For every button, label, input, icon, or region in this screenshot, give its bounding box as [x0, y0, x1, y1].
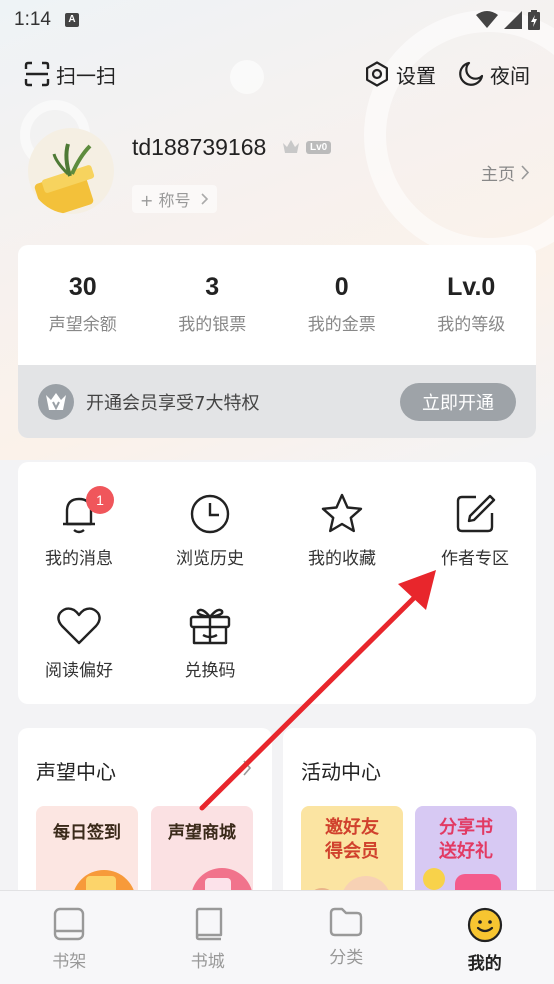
settings-label: 设置 — [396, 63, 436, 88]
reputation-center-card[interactable]: 声望中心 每日签到 声望商城 — [18, 728, 272, 908]
stat-reputation[interactable]: 30 声望余额 — [18, 273, 148, 335]
stat-label: 我的银票 — [178, 315, 247, 335]
stat-level[interactable]: Lv.0 我的等级 — [407, 273, 537, 335]
nav-mine[interactable]: 我的 — [416, 891, 554, 984]
edit-icon — [456, 494, 496, 533]
level-badge: Lv0 — [306, 140, 332, 154]
message-count-badge: 1 — [86, 486, 114, 514]
vip-banner[interactable]: 开通会员享受7大特权 立即开通 — [18, 365, 536, 438]
crown-icon — [283, 140, 299, 153]
moon-icon — [459, 61, 484, 86]
nav-label: 书架 — [52, 952, 87, 972]
scan-icon — [24, 61, 50, 87]
vip-text: 开通会员享受7大特权 — [86, 392, 260, 414]
nav-label: 我的 — [467, 954, 502, 974]
wifi-icon — [476, 11, 498, 28]
status-time: 1:14 — [14, 9, 51, 30]
stat-value: 3 — [205, 273, 220, 301]
title-chip-label: + 称号 — [140, 191, 191, 210]
promo-line: 得会员 — [325, 841, 379, 862]
vip-crown-icon — [38, 383, 74, 420]
menu-item-author-zone[interactable]: 作者专区 — [415, 490, 535, 569]
stat-label: 我的等级 — [437, 315, 506, 335]
nav-label: 书城 — [190, 952, 225, 972]
clock-icon — [190, 494, 230, 534]
badge-row: Lv0 — [282, 139, 332, 155]
scan-label: 扫一扫 — [56, 63, 116, 88]
activity-center-card[interactable]: 活动中心 邀好友 得会员 分享书 送好礼 — [283, 728, 536, 908]
stats-card: 30 声望余额 3 我的银票 0 我的金票 Lv.0 我的等级 开通会员享受7大… — [18, 245, 536, 438]
activity-center-title: 活动中心 — [301, 760, 381, 784]
signal-icon — [504, 11, 522, 29]
chevron-right-icon — [200, 193, 208, 205]
settings-button[interactable]: 设置 — [364, 60, 436, 89]
status-bar: 1:14 A — [0, 0, 554, 40]
promo-line: 邀好友 — [325, 817, 379, 838]
stat-gold-ticket[interactable]: 0 我的金票 — [277, 273, 407, 335]
stat-label: 声望余额 — [48, 315, 117, 335]
homepage-label: 主页 — [481, 165, 515, 185]
menu-label: 作者专区 — [441, 549, 509, 569]
avatar[interactable] — [28, 128, 114, 214]
promo-line: 送好礼 — [439, 841, 493, 862]
menu-label: 我的收藏 — [308, 549, 376, 569]
menu-item-reading-preference[interactable]: 阅读偏好 — [19, 602, 139, 681]
gift-icon — [189, 608, 231, 645]
menu-card: 1 我的消息 浏览历史 我的收藏 作者专区 阅读偏好 兑换码 — [18, 462, 536, 704]
notification-icon: A — [64, 13, 79, 27]
homepage-link[interactable]: 主页 — [481, 160, 530, 185]
heart-icon — [57, 607, 101, 645]
stat-silver-ticket[interactable]: 3 我的银票 — [148, 273, 278, 335]
menu-item-favorites[interactable]: 我的收藏 — [282, 490, 402, 569]
menu-label: 兑换码 — [184, 661, 236, 681]
username: td188739168 — [132, 134, 267, 160]
menu-label: 我的消息 — [45, 549, 113, 569]
menu-label: 阅读偏好 — [45, 661, 113, 681]
bookshelf-icon — [54, 907, 85, 941]
scan-button[interactable]: 扫一扫 — [24, 60, 116, 89]
gear-icon — [366, 61, 388, 87]
menu-item-redeem-code[interactable]: 兑换码 — [150, 602, 270, 681]
nav-category[interactable]: 分类 — [277, 891, 416, 984]
folder-icon — [330, 907, 363, 937]
promo-line: 分享书 — [439, 817, 493, 838]
vip-open-button[interactable]: 立即开通 — [400, 382, 516, 421]
menu-item-messages[interactable]: 1 我的消息 — [19, 486, 139, 569]
promo-label: 每日签到 — [53, 823, 121, 843]
chevron-right-icon — [243, 760, 252, 776]
stat-value: 30 — [68, 273, 97, 301]
promo-label: 声望商城 — [168, 823, 236, 843]
menu-item-history[interactable]: 浏览历史 — [150, 490, 270, 569]
reputation-center-title: 声望中心 — [36, 760, 116, 784]
chevron-right-icon — [521, 165, 530, 180]
battery-icon — [528, 10, 540, 30]
book-icon — [195, 907, 222, 941]
star-icon — [321, 493, 363, 533]
nav-bookshelf[interactable]: 书架 — [0, 891, 139, 984]
stat-value: Lv.0 — [447, 273, 496, 301]
nav-bookstore[interactable]: 书城 — [139, 891, 278, 984]
stat-value: 0 — [334, 273, 349, 301]
stat-label: 我的金票 — [307, 315, 376, 335]
bottom-nav: 书架 书城 分类 我的 — [0, 890, 554, 984]
title-chip[interactable]: + 称号 — [132, 185, 217, 213]
top-bar: 扫一扫 设置 夜间 — [0, 52, 554, 96]
nav-label: 分类 — [329, 948, 364, 968]
night-mode-button[interactable]: 夜间 — [458, 60, 530, 89]
menu-label: 浏览历史 — [176, 549, 244, 569]
night-label: 夜间 — [490, 63, 530, 88]
smiley-icon — [467, 907, 502, 943]
